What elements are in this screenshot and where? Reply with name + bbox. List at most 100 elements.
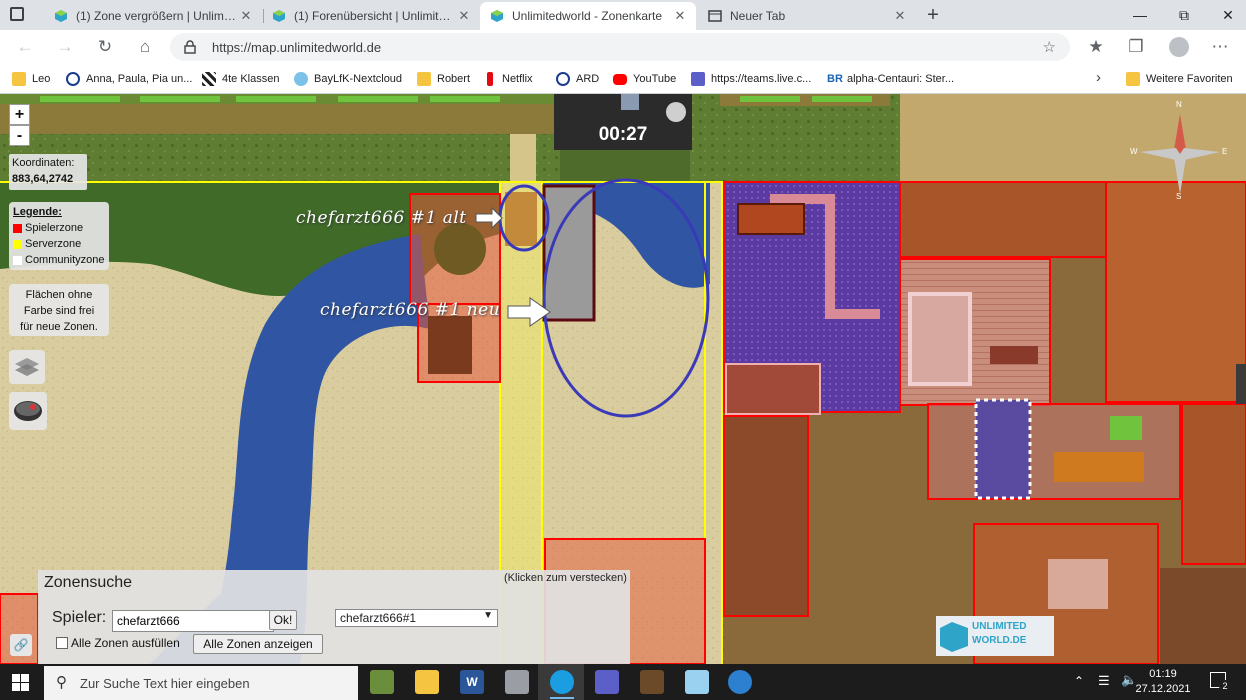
- teams-taskbar-icon[interactable]: [595, 670, 619, 694]
- hide-panel-link[interactable]: (Klicken zum verstecken): [504, 572, 627, 584]
- legend-item-communityzone: Communityzone: [13, 254, 104, 266]
- app-icon[interactable]: [685, 670, 709, 694]
- close-icon[interactable]: ✕: [672, 8, 688, 24]
- bookmark-teams[interactable]: https://teams.live.c...: [691, 70, 811, 88]
- home-icon[interactable]: ⌂: [132, 34, 158, 60]
- nextcloud-icon: [294, 72, 308, 86]
- more-menu-icon[interactable]: ⋯: [1207, 34, 1233, 60]
- grass-block: [1110, 416, 1142, 440]
- bookmark-netflix[interactable]: Netflix: [487, 70, 533, 88]
- unlimitedworld-favicon-icon: [55, 10, 67, 22]
- player-zone[interactable]: [1105, 181, 1246, 403]
- sidebar-toggle[interactable]: [1236, 364, 1246, 404]
- close-icon[interactable]: ✕: [892, 8, 908, 24]
- add-favorite-icon[interactable]: ☆: [1043, 38, 1056, 56]
- close-icon[interactable]: ✕: [456, 8, 472, 24]
- reload-icon[interactable]: ↻: [92, 34, 118, 60]
- taskbar-search[interactable]: ⚲ Zur Suche Text hier eingeben: [44, 666, 358, 700]
- legend-title: Legende:: [13, 206, 62, 218]
- bookmark-4te-klassen[interactable]: 4te Klassen: [202, 70, 279, 88]
- collections-icon[interactable]: ❐: [1123, 34, 1149, 60]
- legend-label: Spielerzone: [25, 222, 84, 234]
- zone-select[interactable]: chefarzt666#1 ▼: [335, 609, 498, 627]
- field-strip: [338, 96, 418, 102]
- tab-zonenkarte[interactable]: Unlimitedworld - Zonenkarte ✕: [480, 2, 696, 30]
- layers-button[interactable]: [9, 350, 45, 384]
- bookmark-robert[interactable]: Robert: [417, 70, 470, 88]
- ok-button[interactable]: Ok!: [269, 610, 297, 630]
- bookmark-nextcloud[interactable]: BayLfK-Nextcloud: [294, 70, 402, 88]
- tab-forenuebersicht[interactable]: (1) Forenübersicht | Unlimitedworld ✕: [262, 2, 480, 30]
- compass-north: N: [1176, 100, 1182, 109]
- zone-search-title: Zonensuche: [44, 574, 133, 591]
- bookmark-anna[interactable]: Anna, Paula, Pia un...: [66, 70, 192, 88]
- tab-title: Neuer Tab: [730, 9, 786, 23]
- address-bar[interactable]: https://map.unlimitedworld.de ☆: [170, 33, 1070, 61]
- compass-west: W: [1130, 147, 1138, 156]
- bookmark-leo[interactable]: Leo: [12, 70, 50, 88]
- minecraft-icon[interactable]: [370, 670, 394, 694]
- chevron-right-icon[interactable]: ›: [1096, 69, 1101, 86]
- bookmark-label: Robert: [437, 73, 471, 85]
- scanner-icon[interactable]: [505, 670, 529, 694]
- other-favorites[interactable]: Weitere Favoriten: [1126, 70, 1233, 88]
- search-icon: ⚲: [56, 674, 67, 691]
- legend-label: Communityzone: [25, 254, 105, 266]
- new-tab-button[interactable]: +: [922, 3, 944, 27]
- logo-cube-icon: [940, 622, 968, 652]
- minimize-button[interactable]: —: [1124, 4, 1156, 26]
- dark-terrain: [1160, 568, 1246, 664]
- legend-swatch-red: [13, 223, 22, 233]
- br-icon: BR: [827, 72, 843, 86]
- tab-neuer-tab[interactable]: Neuer Tab ✕: [698, 2, 916, 30]
- tray-chevron-up-icon[interactable]: ⌃: [1074, 674, 1084, 688]
- field-strip: [236, 96, 316, 102]
- back-arrow-icon[interactable]: ←: [12, 34, 38, 60]
- fill-all-checkbox[interactable]: [56, 637, 68, 649]
- player-zone[interactable]: [723, 415, 809, 617]
- zoom-out-button[interactable]: -: [9, 125, 30, 146]
- chefarzt-zone-old[interactable]: [505, 192, 537, 246]
- bookmark-alpha-centauri[interactable]: BR alpha-Centauri: Ster...: [827, 70, 954, 88]
- bookmark-youtube[interactable]: YouTube: [613, 70, 676, 88]
- favorites-icon[interactable]: ★: [1083, 34, 1109, 60]
- coordinates-panel: Koordinaten: 883,64,2742: [9, 154, 87, 190]
- path: [510, 134, 536, 182]
- link-button[interactable]: 🔗: [10, 634, 32, 656]
- building: [990, 346, 1038, 364]
- forward-arrow-icon[interactable]: →: [52, 34, 78, 60]
- file-explorer-icon[interactable]: [415, 670, 439, 694]
- zone-map[interactable]: 00:27 + - Koordinaten: 883,64,2742 Legen…: [0, 94, 1246, 664]
- tab-zone-vergroessern[interactable]: (1) Zone vergrößern | Unlimitedworld ✕: [44, 2, 262, 30]
- player-zone[interactable]: [927, 403, 1181, 500]
- building: [908, 292, 972, 386]
- checkered-building: [974, 398, 1032, 500]
- new-tab-page-icon: [708, 10, 722, 22]
- zone-select-value: chefarzt666#1: [340, 611, 417, 625]
- network-icon[interactable]: ☰: [1098, 673, 1110, 689]
- player-input[interactable]: [112, 610, 274, 632]
- edge-icon[interactable]: [550, 670, 574, 694]
- windows-start-icon[interactable]: [12, 674, 29, 691]
- bookmark-ard[interactable]: ARD: [556, 70, 599, 88]
- maximize-button[interactable]: ⧉: [1168, 4, 1200, 26]
- field-strip: [40, 96, 120, 102]
- close-icon[interactable]: ✕: [238, 8, 254, 24]
- toggle-view-button[interactable]: [9, 392, 47, 430]
- app-circle-icon[interactable]: [728, 670, 752, 694]
- taskbar-clock[interactable]: 01:19 27.12.2021: [1128, 667, 1198, 697]
- building: [737, 203, 805, 235]
- tab-title: (1) Zone vergrößern | Unlimitedworld: [76, 9, 238, 23]
- player-zone[interactable]: [899, 181, 1107, 258]
- netflix-icon: [487, 72, 493, 86]
- checkered-flag-icon: [202, 72, 216, 86]
- minecraft-launcher-icon[interactable]: [640, 670, 664, 694]
- chevron-down-icon: ▼: [483, 610, 493, 621]
- zoom-in-button[interactable]: +: [9, 104, 30, 125]
- show-all-zones-button[interactable]: Alle Zonen anzeigen: [193, 634, 323, 654]
- close-window-button[interactable]: ✕: [1212, 4, 1244, 26]
- profile-avatar[interactable]: [1169, 37, 1189, 57]
- tab-actions-icon[interactable]: [10, 7, 24, 21]
- word-icon[interactable]: W: [460, 670, 484, 694]
- player-zone[interactable]: [1181, 403, 1246, 565]
